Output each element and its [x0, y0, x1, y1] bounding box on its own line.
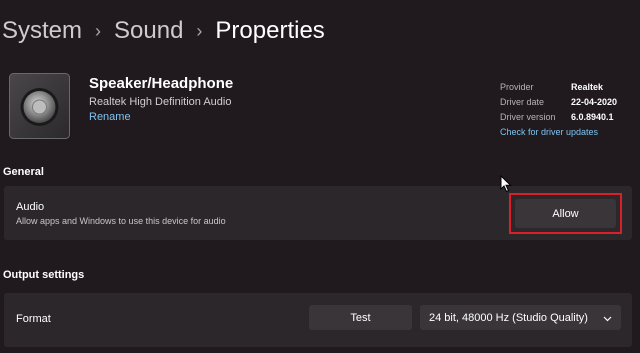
speaker-icon — [9, 73, 70, 139]
driver-info: Provider Realtek Driver date 22-04-2020 … — [500, 80, 617, 140]
driver-date-value: 22-04-2020 — [571, 97, 618, 107]
format-value: 24 bit, 48000 Hz (Studio Quality) — [429, 311, 588, 324]
breadcrumb-properties: Properties — [215, 17, 325, 44]
allow-highlight: Allow — [509, 193, 622, 234]
driver-version-label: Driver version — [500, 112, 556, 122]
driver-date-label: Driver date — [500, 97, 545, 107]
output-settings-title: Output settings — [3, 269, 85, 281]
driver-date-row: Driver date 22-04-2020 — [500, 95, 617, 110]
provider-label: Provider — [500, 82, 534, 92]
provider-value: Realtek — [571, 82, 604, 92]
rename-link[interactable]: Rename — [89, 111, 131, 123]
breadcrumb-system[interactable]: System — [2, 17, 82, 45]
breadcrumb-sound[interactable]: Sound — [114, 17, 183, 45]
chevron-right-icon: › — [196, 20, 203, 41]
device-driver-name: Realtek High Definition Audio — [89, 96, 232, 108]
audio-card: Audio Allow apps and Windows to use this… — [4, 186, 632, 240]
chevron-down-icon — [603, 313, 612, 325]
format-card: Format Test 24 bit, 48000 Hz (Studio Qua… — [4, 293, 632, 347]
mouse-pointer-icon — [500, 174, 512, 198]
driver-provider-row: Provider Realtek — [500, 80, 617, 95]
general-section-title: General — [3, 166, 44, 178]
audio-title: Audio — [16, 201, 45, 213]
chevron-right-icon: › — [95, 20, 102, 41]
allow-button[interactable]: Allow — [515, 199, 616, 228]
device-name: Speaker/Headphone — [89, 75, 234, 92]
check-driver-updates-link[interactable]: Check for driver updates — [500, 125, 617, 140]
breadcrumb: System › Sound › Properties — [2, 14, 325, 48]
format-label: Format — [16, 313, 51, 325]
driver-version-value: 6.0.8940.1 — [571, 112, 614, 122]
driver-version-row: Driver version 6.0.8940.1 — [500, 110, 617, 125]
format-dropdown[interactable]: 24 bit, 48000 Hz (Studio Quality) — [420, 305, 621, 330]
audio-description: Allow apps and Windows to use this devic… — [16, 216, 226, 226]
test-button[interactable]: Test — [309, 305, 412, 330]
